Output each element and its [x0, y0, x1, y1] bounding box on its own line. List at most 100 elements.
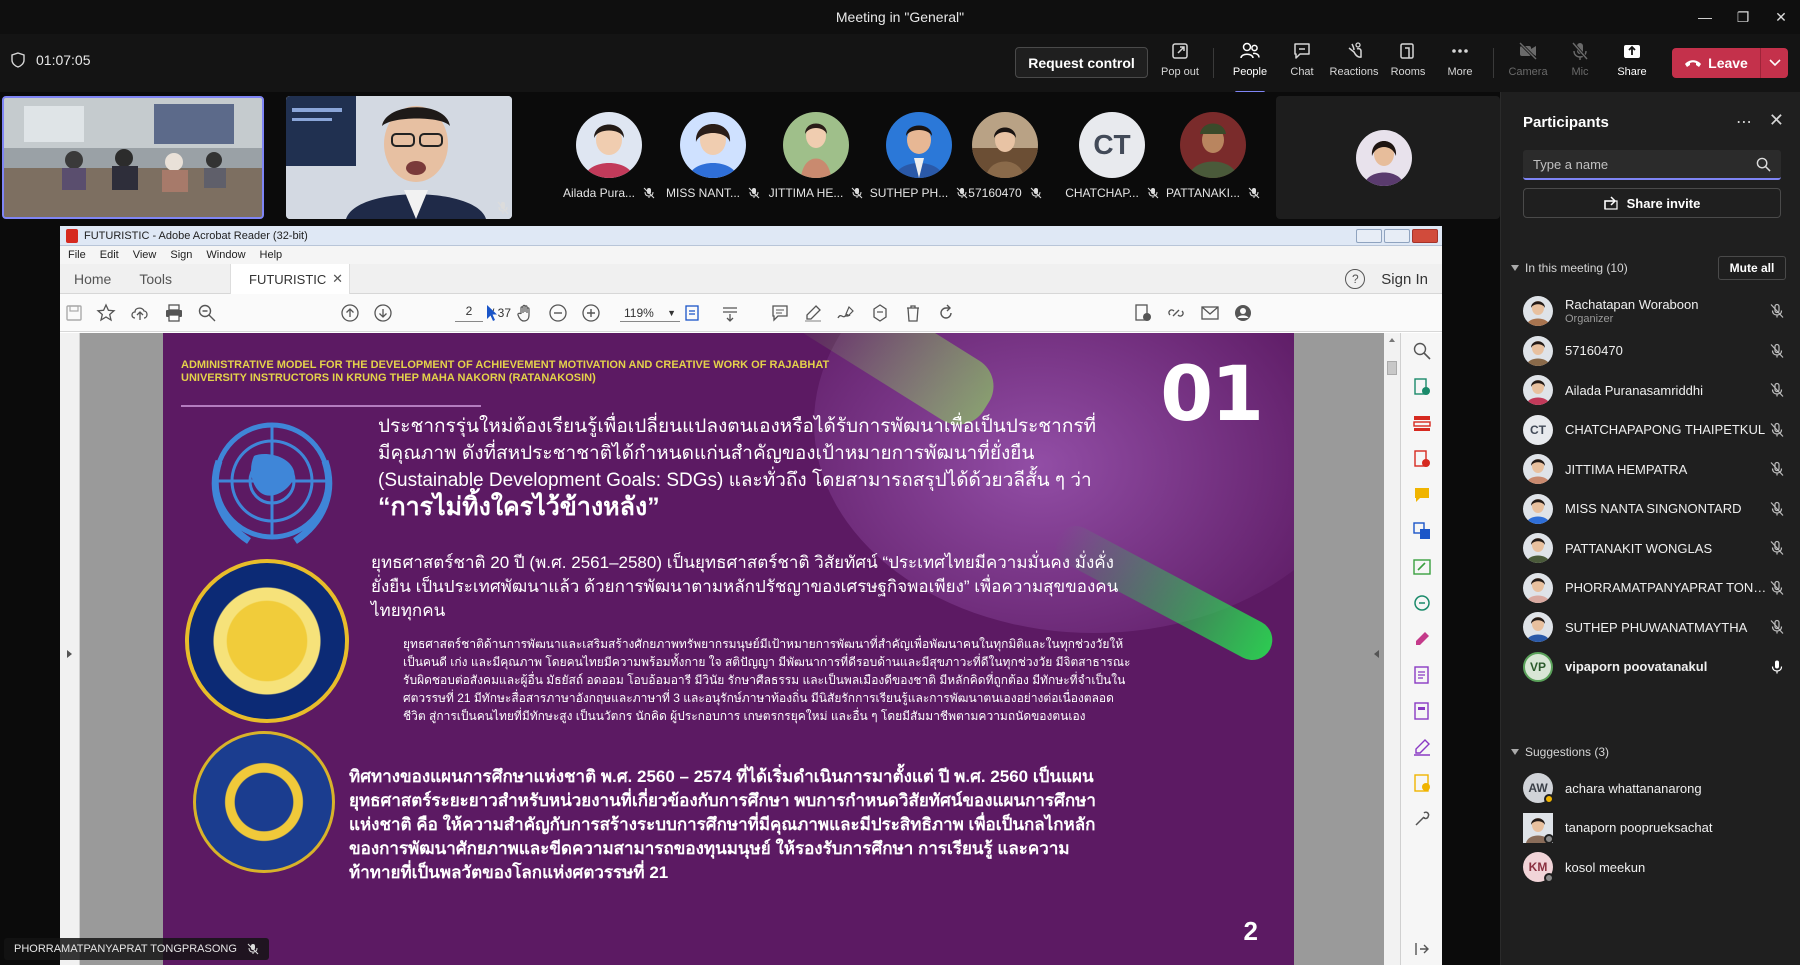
- participant-row[interactable]: Ailada Puranasamriddhi: [1523, 369, 1791, 411]
- email-icon[interactable]: [1200, 303, 1220, 323]
- request-signature-icon[interactable]: [1412, 737, 1432, 757]
- send-for-review-icon[interactable]: [1412, 773, 1432, 793]
- edit-pdf-icon[interactable]: [1133, 303, 1153, 323]
- prepare-form-icon[interactable]: [1412, 701, 1432, 721]
- collapse-pane-icon[interactable]: [1412, 939, 1432, 959]
- reactions-button[interactable]: Reactions: [1329, 40, 1379, 88]
- zoom-search-icon[interactable]: [197, 303, 217, 323]
- previous-page-icon[interactable]: [340, 303, 360, 323]
- delete-icon[interactable]: [903, 303, 923, 323]
- acrobat-close-button[interactable]: [1412, 229, 1438, 243]
- highlight-pen-icon[interactable]: [803, 303, 823, 323]
- in-meeting-section-header[interactable]: In this meeting (10): [1511, 261, 1628, 275]
- hand-tool-icon[interactable]: [515, 303, 535, 323]
- leave-button[interactable]: Leave: [1672, 48, 1788, 78]
- menu-help[interactable]: Help: [260, 249, 283, 261]
- comment-icon[interactable]: [770, 303, 790, 323]
- participant-row[interactable]: Rachatapan Woraboon Organizer: [1523, 290, 1791, 332]
- tab-document[interactable]: FUTURISTIC ✕: [230, 264, 350, 294]
- menu-sign[interactable]: Sign: [170, 249, 192, 261]
- chat-button[interactable]: Chat: [1277, 40, 1327, 88]
- edit-tool-icon[interactable]: [1412, 557, 1432, 577]
- participant-tile[interactable]: Ailada Pura...: [560, 112, 658, 212]
- account-icon[interactable]: [1233, 303, 1253, 323]
- comment-tool-icon[interactable]: [1412, 485, 1432, 505]
- menu-edit[interactable]: Edit: [100, 249, 119, 261]
- minimize-button[interactable]: —: [1686, 0, 1724, 34]
- share-invite-button[interactable]: Share invite: [1523, 188, 1781, 218]
- fill-sign-icon[interactable]: [1412, 629, 1432, 649]
- vertical-scrollbar[interactable]: [1374, 333, 1400, 965]
- participant-row[interactable]: CT CHATCHAPAPONG THAIPETKUL: [1523, 409, 1791, 451]
- combine-files-icon[interactable]: [1412, 521, 1432, 541]
- suggested-participant-row[interactable]: KM kosol meekun: [1523, 846, 1791, 888]
- suggested-participant-row[interactable]: tanaporn pooprueksachat: [1523, 807, 1791, 849]
- more-tools-icon[interactable]: [1412, 809, 1432, 829]
- acrobat-minimize-button[interactable]: [1356, 229, 1382, 243]
- bookmark-star-icon[interactable]: [96, 303, 116, 323]
- mic-button[interactable]: Mic: [1555, 40, 1605, 88]
- more-button[interactable]: More: [1435, 40, 1485, 88]
- tab-home[interactable]: Home: [60, 271, 125, 287]
- zoom-in-icon[interactable]: [581, 303, 601, 323]
- leave-main[interactable]: Leave: [1672, 55, 1760, 71]
- print-icon[interactable]: [164, 303, 184, 323]
- more-options-icon[interactable]: ⋯: [1736, 112, 1752, 132]
- left-panel-toggle[interactable]: [60, 333, 80, 965]
- participant-tile[interactable]: MISS NANT...: [664, 112, 762, 212]
- rooms-button[interactable]: Rooms: [1383, 40, 1433, 88]
- share-button[interactable]: Share: [1607, 40, 1657, 88]
- search-input[interactable]: [1533, 156, 1756, 172]
- protect-icon[interactable]: [1412, 665, 1432, 685]
- pop-out-button[interactable]: Pop out: [1155, 40, 1205, 88]
- restore-button[interactable]: ❐: [1724, 0, 1762, 34]
- participant-row[interactable]: PATTANAKIT WONGLAS: [1523, 527, 1791, 569]
- save-icon[interactable]: [64, 303, 84, 323]
- people-button[interactable]: People: [1225, 40, 1275, 94]
- sign-in-link[interactable]: Sign In: [1381, 271, 1428, 288]
- select-cursor-icon[interactable]: [482, 303, 502, 323]
- participant-row[interactable]: VP vipaporn poovatanakul: [1523, 646, 1791, 688]
- participant-tile[interactable]: SUTHEP PH...: [870, 112, 968, 212]
- menu-window[interactable]: Window: [206, 249, 245, 261]
- acrobat-restore-button[interactable]: [1384, 229, 1410, 243]
- participant-tile-self[interactable]: [1276, 96, 1500, 219]
- stamp-icon[interactable]: [870, 303, 890, 323]
- video-tile-meeting-room[interactable]: [2, 96, 264, 219]
- request-control-button[interactable]: Request control: [1015, 47, 1148, 78]
- zoom-select[interactable]: 119% ▼: [620, 304, 680, 322]
- scan-ocr-icon[interactable]: [1412, 593, 1432, 613]
- close-window-button[interactable]: ✕: [1762, 0, 1800, 34]
- upload-cloud-icon[interactable]: [130, 303, 150, 323]
- close-tab-icon[interactable]: ✕: [332, 271, 343, 287]
- next-page-icon[interactable]: [373, 303, 393, 323]
- scroll-thumb[interactable]: [1387, 361, 1397, 375]
- zoom-out-icon[interactable]: [548, 303, 568, 323]
- page-number-input[interactable]: 2: [455, 304, 483, 322]
- tab-tools[interactable]: Tools: [125, 271, 186, 287]
- video-tile-presenter[interactable]: [286, 96, 512, 219]
- rotate-icon[interactable]: [936, 303, 956, 323]
- participant-tile[interactable]: PATTANAKI...: [1164, 112, 1262, 212]
- participant-tile[interactable]: CT CHATCHAP...: [1063, 112, 1161, 212]
- close-panel-icon[interactable]: ✕: [1769, 110, 1784, 131]
- participant-row[interactable]: JITTIMA HEMPATRA: [1523, 448, 1791, 490]
- mute-all-button[interactable]: Mute all: [1718, 256, 1786, 280]
- export-pdf-icon[interactable]: [1412, 377, 1432, 397]
- suggestions-section-header[interactable]: Suggestions (3): [1511, 745, 1609, 759]
- participant-tile[interactable]: JITTIMA HE...: [767, 112, 865, 212]
- menu-file[interactable]: File: [68, 249, 86, 261]
- participant-row[interactable]: SUTHEP PHUWANATMAYTHA: [1523, 606, 1791, 648]
- search-icon[interactable]: [1756, 157, 1771, 172]
- help-icon[interactable]: ?: [1345, 269, 1366, 289]
- participant-row[interactable]: MISS NANTA SINGNONTARD: [1523, 488, 1791, 530]
- fit-page-icon[interactable]: [683, 303, 703, 323]
- camera-button[interactable]: Camera: [1503, 40, 1553, 88]
- participant-search[interactable]: [1523, 150, 1781, 180]
- participant-row[interactable]: PHORRAMATPANYAPRAT TONG...: [1523, 567, 1791, 609]
- create-pdf-icon[interactable]: [1412, 449, 1432, 469]
- scroll-mode-icon[interactable]: [720, 303, 740, 323]
- participant-row[interactable]: 57160470: [1523, 330, 1791, 372]
- sign-icon[interactable]: [836, 303, 856, 323]
- participant-tile[interactable]: 57160470: [956, 112, 1054, 212]
